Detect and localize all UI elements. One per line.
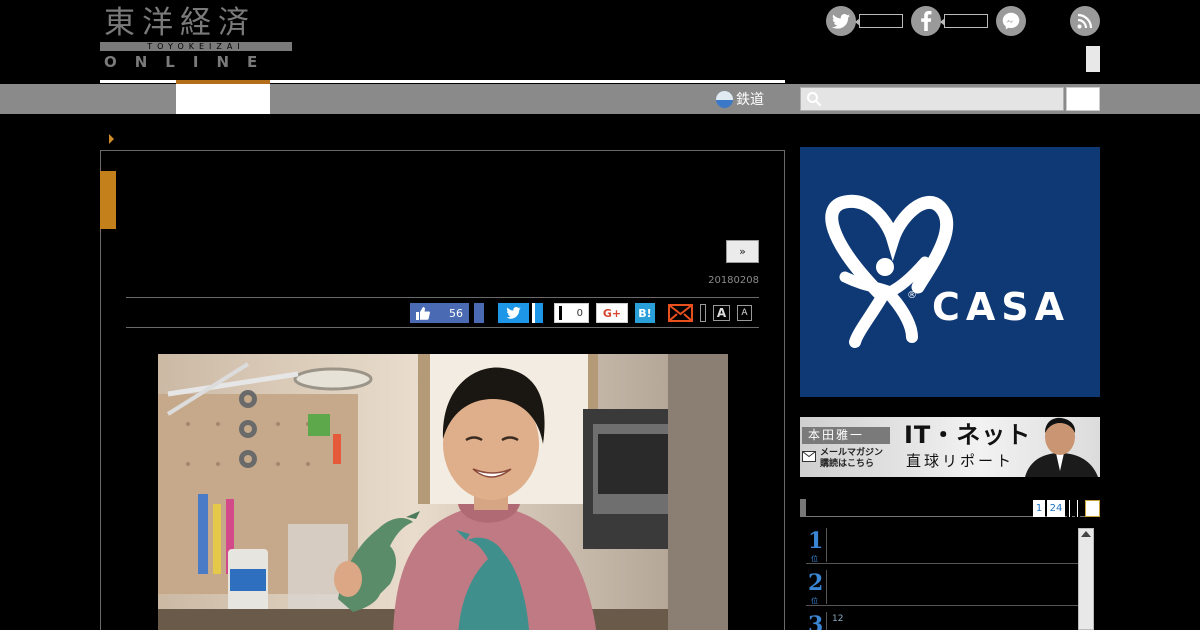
article-date: 20180208 <box>708 275 759 286</box>
share-bar-bottom-rule <box>126 327 759 328</box>
ranking-tab-month[interactable] <box>1075 500 1080 517</box>
like-count: 56 <box>449 306 463 320</box>
logo-roman: TOYOKEIZAI <box>147 42 245 51</box>
share-bar-top-rule <box>126 297 759 298</box>
next-page-button[interactable]: » <box>726 240 759 263</box>
rank-divider <box>826 570 827 604</box>
hatena-bookmark-button[interactable]: B! <box>635 303 655 323</box>
rank-suffix: 位 <box>811 597 818 605</box>
mail-icon <box>668 304 693 322</box>
banner-mail-text-line2: 購読はこちら <box>820 459 875 469</box>
ranking-tab-1h[interactable]: 1 <box>1033 500 1045 517</box>
rank-number: 1 <box>808 528 824 554</box>
mail-share-button[interactable] <box>668 304 693 322</box>
nav-item-active[interactable] <box>176 84 270 114</box>
site-logo[interactable]: 東洋経済 TOYOKEIZAI ONLINE <box>100 4 293 72</box>
casa-logo-icon <box>825 194 954 348</box>
rank-number: 3 <box>808 612 824 630</box>
rank-divider <box>826 528 827 562</box>
mail-share-tail[interactable] <box>700 304 706 322</box>
search-input[interactable] <box>800 87 1064 111</box>
thumbs-up-icon <box>416 306 430 320</box>
rank-meta: 12 <box>832 614 844 624</box>
ranking-item[interactable]: 2 位 <box>806 568 1078 606</box>
title-accent-bar <box>100 171 116 229</box>
ranking-tab-24h[interactable]: 24 <box>1047 500 1065 517</box>
twitter-icon[interactable] <box>826 6 856 36</box>
ranking-tab-extra[interactable] <box>1085 500 1100 517</box>
twitter-icon <box>506 307 521 319</box>
font-size-large-button[interactable]: A <box>713 305 730 321</box>
casa-ad-text: CASA <box>932 285 1071 329</box>
banner-subtitle: 直球リポート <box>906 452 1015 470</box>
ranking-tab-week[interactable] <box>1067 500 1072 517</box>
tweet-tail[interactable] <box>532 303 543 323</box>
envelope-icon <box>802 451 816 462</box>
facebook-like-button[interactable]: 56 <box>410 303 469 323</box>
facebook-count-box <box>940 14 988 28</box>
rank-divider <box>826 612 827 630</box>
article-photo <box>158 354 728 630</box>
ranking-scrollbar[interactable] <box>1078 528 1094 630</box>
casa-advertisement[interactable] <box>800 147 1100 397</box>
logo-online: ONLINE <box>104 53 276 71</box>
search-icon <box>807 92 822 107</box>
banner-author-name: 本田雅一 <box>802 427 890 444</box>
train-icon <box>716 90 733 108</box>
casa-registered-mark: ® <box>907 290 917 301</box>
scroll-up-arrow-icon[interactable] <box>1081 531 1091 537</box>
tweet-count: 0 <box>554 303 589 323</box>
ranking-header-bar <box>800 499 806 517</box>
facebook-share-button[interactable] <box>474 303 484 323</box>
rss-icon[interactable] <box>1070 6 1100 36</box>
rank-suffix: 位 <box>811 555 818 563</box>
nav-item-rail[interactable]: 鉄道 <box>716 84 764 114</box>
facebook-icon[interactable] <box>911 6 941 36</box>
search-button[interactable] <box>1066 87 1100 111</box>
ranking-item[interactable]: 3 位 12 <box>806 610 1078 630</box>
font-size-small-button[interactable]: A <box>737 305 752 321</box>
ranking-list: 1 位 2 位 3 位 12 <box>806 526 1078 630</box>
rank-number: 2 <box>808 570 824 596</box>
tweet-button[interactable] <box>498 303 529 323</box>
banner-mail-text-line1: メールマガジン <box>820 448 884 458</box>
nav-item-rail-label: 鉄道 <box>736 92 764 108</box>
banner-author-photo <box>1020 417 1100 477</box>
ranking-item[interactable]: 1 位 <box>806 526 1078 564</box>
google-plus-button[interactable]: G+ <box>596 303 628 323</box>
header-menu-button[interactable] <box>1086 46 1100 72</box>
messenger-icon[interactable] <box>996 6 1026 36</box>
logo-kanji: 東洋経済 <box>104 5 256 41</box>
banner-mail-text: メールマガジン 購読はこちら <box>820 448 883 470</box>
breadcrumb-arrow-icon <box>109 134 114 144</box>
twitter-count-box <box>855 14 903 28</box>
banner-title: IT・ネット <box>904 421 1032 449</box>
